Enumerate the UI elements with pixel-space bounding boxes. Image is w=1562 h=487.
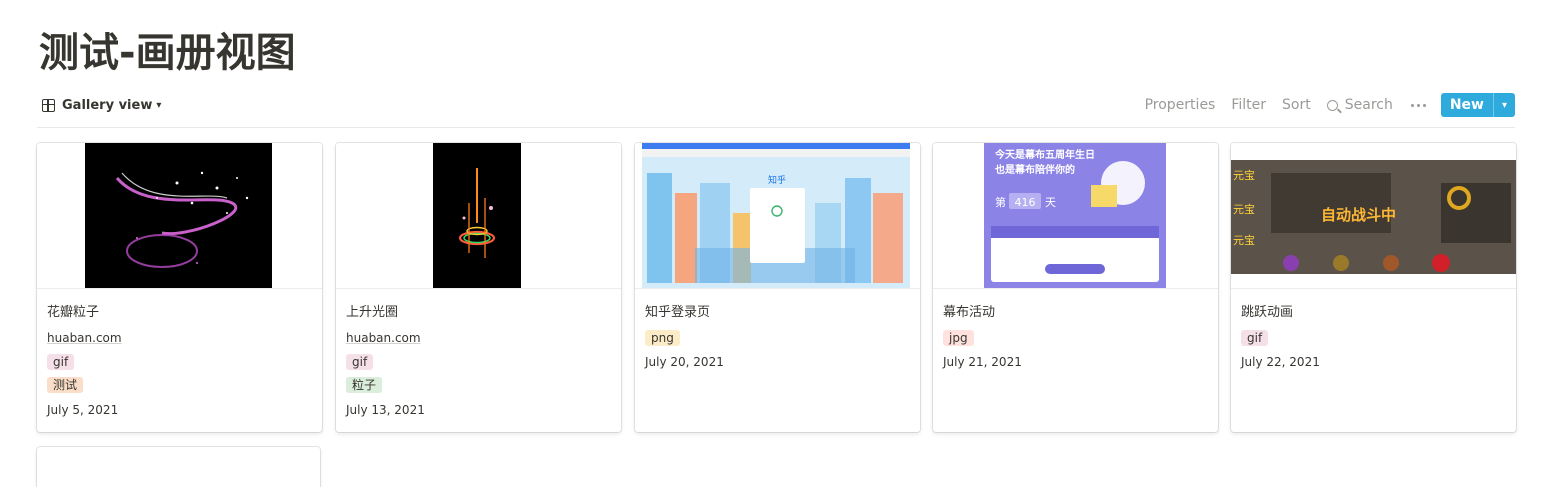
cover-text: 416 [1015, 196, 1036, 209]
card-cover-image: 知乎 [635, 143, 920, 289]
card-cover-image: 今天是幕布五周年生日 也是幕布陪伴你的 第 416 天 [933, 143, 1218, 289]
tag-badge: 粒子 [346, 377, 383, 393]
card-url[interactable]: huaban.com [47, 331, 122, 345]
cover-text: 元宝 [1233, 202, 1255, 216]
card-title: 跳跃动画 [1241, 305, 1294, 320]
gallery-card[interactable]: 上升光圈 huaban.com gif 粒子 July 13, 2021 [336, 143, 621, 432]
page-title: 测试-画册视图 [39, 30, 296, 76]
zhihu-logo: 知乎 [768, 174, 786, 185]
view-switcher[interactable]: Gallery view ▾ [42, 94, 161, 116]
cover-text: 天 [1045, 196, 1056, 209]
new-button[interactable]: New ▾ [1440, 93, 1515, 117]
search-icon [1326, 99, 1338, 111]
tag-badge: png [645, 330, 680, 346]
tag-badge: gif [346, 354, 374, 370]
database-toolbar: Gallery view ▾ Properties Filter Sort Se… [37, 92, 1515, 118]
properties-button[interactable]: Properties [1145, 97, 1216, 113]
cover-text: 元宝 [1233, 233, 1255, 247]
tag-badge: gif [1241, 330, 1269, 346]
chevron-down-icon: ▾ [156, 99, 162, 111]
gallery-card-new[interactable] [37, 447, 320, 487]
card-url[interactable]: huaban.com [346, 331, 421, 345]
card-title: 知乎登录页 [645, 305, 711, 320]
gallery-icon [42, 98, 55, 112]
card-cover-image [37, 143, 322, 289]
card-title: 花瓣粒子 [47, 305, 100, 320]
toolbar-divider [37, 127, 1515, 128]
card-title: 上升光圈 [346, 305, 399, 320]
toolbar-actions: Properties Filter Sort Search New ▾ [1129, 92, 1515, 118]
sort-button[interactable]: Sort [1282, 97, 1311, 113]
card-cover-image: 元宝 元宝 元宝 自动战斗中 [1231, 143, 1516, 289]
cover-text: 第 [995, 195, 1006, 209]
search-button[interactable]: Search [1326, 97, 1393, 113]
tag-badge: gif [47, 354, 75, 370]
card-date: July 21, 2021 [943, 355, 1022, 369]
more-options-icon[interactable] [1410, 103, 1426, 107]
gallery-card[interactable]: 知乎 知乎登录页 png July 20, 2021 [635, 143, 920, 432]
card-date: July 5, 2021 [47, 403, 119, 417]
gallery-card[interactable]: 元宝 元宝 元宝 自动战斗中 跳跃动画 gif July 22, 2021 [1231, 143, 1516, 432]
card-date: July 20, 2021 [645, 355, 724, 369]
card-date: July 13, 2021 [346, 403, 425, 417]
chevron-down-icon[interactable]: ▾ [1493, 93, 1515, 117]
tag-badge: jpg [943, 330, 974, 346]
view-label: Gallery view [62, 97, 153, 113]
filter-button[interactable]: Filter [1231, 97, 1266, 113]
card-title: 幕布活动 [943, 305, 996, 320]
cover-text: 元宝 [1233, 168, 1255, 182]
cover-text: 自动战斗中 [1321, 206, 1396, 224]
gallery-card[interactable]: 花瓣粒子 huaban.com gif 测试 July 5, 2021 [37, 143, 322, 432]
tag-badge: 测试 [47, 377, 84, 393]
card-cover-image [336, 143, 621, 289]
gallery-card[interactable]: 今天是幕布五周年生日 也是幕布陪伴你的 第 416 天 幕布活动 jpg Jul… [933, 143, 1218, 432]
cover-text: 也是幕布陪伴你的 [995, 163, 1075, 176]
cover-text: 今天是幕布五周年生日 [994, 148, 1095, 161]
new-button-label: New [1449, 97, 1484, 113]
search-label: Search [1344, 97, 1393, 113]
card-date: July 22, 2021 [1241, 355, 1320, 369]
